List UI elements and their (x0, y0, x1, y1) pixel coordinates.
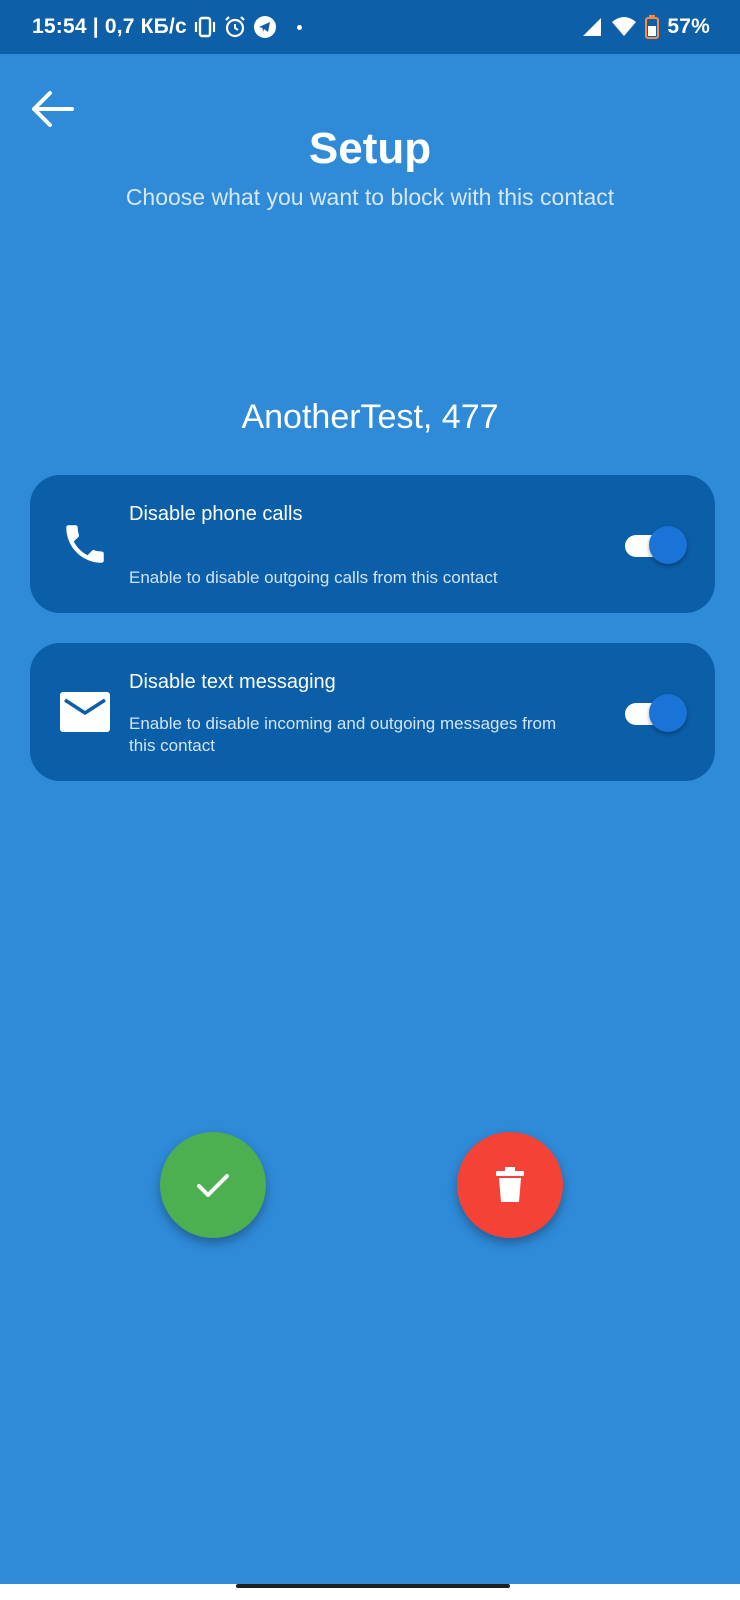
navigation-bar (0, 1584, 740, 1600)
alarm-icon (223, 15, 247, 39)
delete-button[interactable] (457, 1132, 563, 1238)
option-title: Disable phone calls (129, 503, 303, 525)
telegram-icon (253, 15, 277, 39)
status-network-speed: | 0,7 КБ/с (92, 15, 187, 38)
contact-name: AnotherTest, 477 (241, 398, 499, 436)
battery-icon (645, 15, 660, 39)
toggle-thumb (649, 694, 687, 732)
status-bar: 15:54 | 0,7 КБ/с 57% (0, 0, 740, 54)
option-card-text-messaging: Disable text messaging Enable to disable… (30, 643, 715, 781)
wifi-icon (611, 16, 637, 38)
trash-icon (496, 1167, 524, 1202)
option-description: Enable to disable outgoing calls from th… (129, 568, 498, 587)
signal-icon (581, 16, 603, 38)
toggle-thumb (649, 526, 687, 564)
setup-screen: 15:54 | 0,7 КБ/с 57% Setup Choose what y… (0, 0, 740, 1600)
disable-text-messaging-toggle[interactable] (625, 693, 687, 733)
status-battery-level: 57% (667, 15, 710, 38)
status-time: 15:54 (32, 15, 87, 38)
status-bar-right: 57% (581, 15, 710, 39)
confirm-button[interactable] (160, 1132, 266, 1238)
envelope-icon (58, 685, 112, 739)
check-icon (197, 1174, 229, 1197)
disable-phone-calls-toggle[interactable] (625, 525, 687, 565)
option-title: Disable text messaging (129, 671, 336, 693)
page-subtitle: Choose what you want to block with this … (125, 184, 615, 210)
status-bar-left: 15:54 | 0,7 КБ/с (32, 15, 581, 39)
notification-dot-icon (296, 24, 302, 30)
phone-icon (58, 517, 112, 571)
home-gesture-handle[interactable] (236, 1584, 510, 1588)
back-arrow-icon (32, 91, 74, 127)
option-description: Enable to disable incoming and outgoing … (129, 714, 557, 755)
vibrate-icon (193, 16, 217, 38)
option-card-phone-calls: Disable phone calls Enable to disable ou… (30, 475, 715, 613)
page-title: Setup (308, 124, 432, 173)
